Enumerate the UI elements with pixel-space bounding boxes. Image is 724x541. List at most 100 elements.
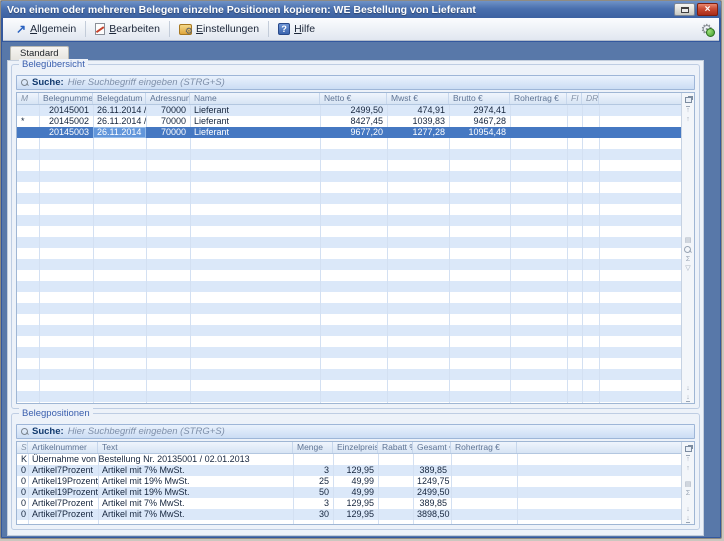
uebersicht-grid-body[interactable]: 20145001 26.11.2014 /Mi 70000 Lieferant … bbox=[17, 105, 681, 403]
cell-belegnummer: 20145003 bbox=[39, 127, 93, 138]
uebersicht-searchbar[interactable]: Suche: bbox=[16, 75, 695, 90]
col-header-menge[interactable]: Menge bbox=[293, 442, 333, 453]
cell-rabatt bbox=[378, 465, 413, 476]
cell-einzelpreis: 49,99 bbox=[333, 476, 378, 487]
cell-menge: 50 bbox=[293, 487, 333, 498]
cell-name: Lieferant bbox=[190, 105, 320, 116]
copy-columns-icon[interactable] bbox=[685, 97, 692, 103]
close-button[interactable]: × bbox=[697, 3, 718, 16]
cell-m: * bbox=[17, 116, 39, 127]
cell-rabatt bbox=[378, 476, 413, 487]
positionen-search-input[interactable] bbox=[68, 426, 690, 437]
cell-s: K bbox=[17, 454, 28, 465]
position-row[interactable]: 0 Artikel19Prozent Artikel mit 19% MwSt.… bbox=[17, 476, 681, 487]
cell-text: Artikel mit 19% MwSt. bbox=[98, 487, 293, 498]
sum-icon[interactable]: Σ bbox=[686, 490, 690, 497]
col-header-rabatt[interactable]: Rabatt % bbox=[378, 442, 413, 453]
menu-bearbeiten-label: Bearbeiten bbox=[109, 23, 160, 35]
cell-einzelpreis: 129,95 bbox=[333, 465, 378, 476]
scroll-up-icon[interactable]: ↑ bbox=[686, 116, 690, 123]
col-header-artikelnummer[interactable]: Artikelnummer bbox=[28, 442, 98, 453]
gear-green-icon[interactable]: ⚙ bbox=[700, 22, 713, 36]
positionen-grid: S Artikelnummer Text Menge Einzelpreis €… bbox=[16, 441, 695, 525]
zoom-icon[interactable] bbox=[684, 246, 692, 254]
cell-filler bbox=[599, 116, 681, 127]
cell-gesamt: 1249,75 bbox=[413, 476, 451, 487]
col-header-netto[interactable]: Netto € bbox=[320, 93, 387, 104]
position-row[interactable]: 0 Artikel7Prozent Artikel mit 7% MwSt. 3… bbox=[17, 509, 681, 520]
col-header-rohertrag[interactable]: Rohertrag € bbox=[451, 442, 517, 453]
layout-icon[interactable]: ▤ bbox=[685, 481, 692, 488]
position-row[interactable]: 0 Artikel7Prozent Artikel mit 7% MwSt. 3… bbox=[17, 498, 681, 509]
positionen-searchbar[interactable]: Suche: bbox=[16, 424, 695, 439]
col-header-belegdatum[interactable]: Belegdatum bbox=[93, 93, 146, 104]
tab-standard[interactable]: Standard bbox=[10, 46, 69, 60]
col-header-fi[interactable]: FI bbox=[567, 93, 582, 104]
titlebar[interactable]: Von einem oder mehreren Belegen einzelne… bbox=[1, 1, 721, 18]
cell-brutto: 2974,41 bbox=[449, 105, 510, 116]
cell-dr bbox=[582, 116, 599, 127]
col-header-filler bbox=[517, 442, 681, 453]
uebersicht-tool-strip: ↑ ↑ ▤ Σ ▽ ↓ ↓ bbox=[681, 93, 694, 403]
grid-line bbox=[449, 105, 450, 403]
col-header-filler bbox=[599, 93, 681, 104]
scroll-up-icon[interactable]: ↑ bbox=[686, 465, 690, 472]
col-header-dr[interactable]: DR bbox=[582, 93, 599, 104]
search-label: Suche: bbox=[32, 426, 64, 437]
scroll-to-top-icon[interactable]: ↑ bbox=[686, 455, 690, 463]
col-header-adressnummer[interactable]: Adressnumm bbox=[146, 93, 190, 104]
col-header-m[interactable]: M bbox=[17, 93, 39, 104]
scroll-to-top-icon[interactable]: ↑ bbox=[686, 106, 690, 114]
cell-belegdatum-active[interactable]: 26.11.2014 bbox=[93, 127, 146, 138]
cell-brutto: 9467,28 bbox=[449, 116, 510, 127]
uebersicht-search-input[interactable] bbox=[68, 77, 690, 88]
positionen-grid-body[interactable]: K Übernahme von Bestellung Nr. 20135001 … bbox=[17, 454, 681, 524]
cell-artikelnummer: Artikel19Prozent bbox=[28, 487, 98, 498]
col-header-rohertrag[interactable]: Rohertrag € bbox=[510, 93, 567, 104]
cell-menge: 3 bbox=[293, 498, 333, 509]
filter-icon[interactable]: ▽ bbox=[685, 265, 690, 272]
toolbar-separator bbox=[169, 21, 170, 37]
cell-fi bbox=[567, 105, 582, 116]
cell-gesamt: 389,85 bbox=[413, 465, 451, 476]
scroll-down-icon[interactable]: ↓ bbox=[686, 506, 690, 513]
beleg-row[interactable]: 20145001 26.11.2014 /Mi 70000 Lieferant … bbox=[17, 105, 681, 116]
beleg-row-selected[interactable]: 20145003 26.11.2014 70000 Lieferant 9677… bbox=[17, 127, 681, 138]
position-comment-row[interactable]: K Übernahme von Bestellung Nr. 20135001 … bbox=[17, 454, 681, 465]
position-row[interactable]: 0 Artikel7Prozent Artikel mit 7% MwSt. 3… bbox=[17, 465, 681, 476]
cell-m bbox=[17, 127, 39, 138]
arrow-up-right-icon: ↗ bbox=[16, 23, 26, 35]
menu-allgemein[interactable]: ↗ Allgemein bbox=[9, 21, 83, 37]
col-header-einzelpreis[interactable]: Einzelpreis € bbox=[333, 442, 378, 453]
cell-rabatt bbox=[378, 498, 413, 509]
cell-text: Artikel mit 7% MwSt. bbox=[98, 465, 293, 476]
col-header-name[interactable]: Name bbox=[190, 93, 320, 104]
col-header-text[interactable]: Text bbox=[98, 442, 293, 453]
cell-s: 0 bbox=[17, 465, 28, 476]
col-header-brutto[interactable]: Brutto € bbox=[449, 93, 510, 104]
menu-hilfe[interactable]: ? Hilfe bbox=[271, 21, 322, 37]
cell-belegdatum: 26.11.2014 /Mi bbox=[93, 105, 146, 116]
scroll-to-bottom-icon[interactable]: ↓ bbox=[686, 394, 690, 402]
position-row[interactable]: 0 Artikel19Prozent Artikel mit 19% MwSt.… bbox=[17, 487, 681, 498]
grid-line bbox=[599, 105, 600, 403]
beleg-row[interactable]: * 20145002 26.11.2014 /Mi 70000 Lieferan… bbox=[17, 116, 681, 127]
restore-button[interactable] bbox=[674, 3, 695, 16]
col-header-s[interactable]: S bbox=[17, 442, 28, 453]
scroll-to-bottom-icon[interactable]: ↓ bbox=[686, 515, 690, 523]
scroll-down-icon[interactable]: ↓ bbox=[686, 385, 690, 392]
col-header-belegnummer[interactable]: Belegnumme bbox=[39, 93, 93, 104]
menu-bearbeiten[interactable]: Bearbeiten bbox=[88, 21, 167, 37]
sum-icon[interactable]: Σ bbox=[686, 256, 690, 263]
cell-mwst: 474,91 bbox=[387, 105, 449, 116]
col-header-gesamt[interactable]: Gesamt € bbox=[413, 442, 451, 453]
layout-icon[interactable]: ▤ bbox=[685, 237, 692, 244]
menu-einstellungen[interactable]: Einstellungen bbox=[172, 21, 266, 37]
cell-s: 0 bbox=[17, 487, 28, 498]
col-header-mwst[interactable]: Mwst € bbox=[387, 93, 449, 104]
folder-gear-icon bbox=[179, 24, 192, 35]
menu-hilfe-label: Hilfe bbox=[294, 23, 315, 35]
grid-line bbox=[387, 105, 388, 403]
cell-text: Artikel mit 7% MwSt. bbox=[98, 509, 293, 520]
copy-columns-icon[interactable] bbox=[685, 446, 692, 452]
